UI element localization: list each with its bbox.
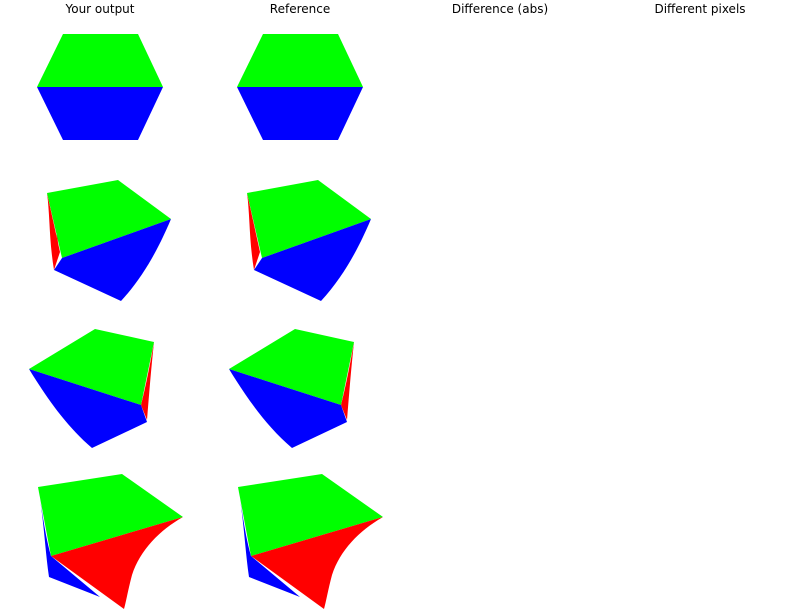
cube-face-top [37,34,163,87]
cube-reference-row-2 [247,180,371,301]
cube-face-front [237,87,363,140]
cube-output-row-4 [38,474,183,609]
cube-output-row-2 [47,180,171,301]
cube-face-top [237,34,363,87]
comparison-canvas [29,20,800,612]
cube-face-front [37,87,163,140]
cube-output-row-1 [37,34,163,140]
cube-reference-row-4 [238,474,383,609]
cube-reference-row-3 [229,329,354,448]
different-pixels-panel [600,20,800,612]
difference-panel [400,20,600,612]
cube-reference-row-1 [237,34,363,140]
cube-output-row-3 [29,329,154,448]
